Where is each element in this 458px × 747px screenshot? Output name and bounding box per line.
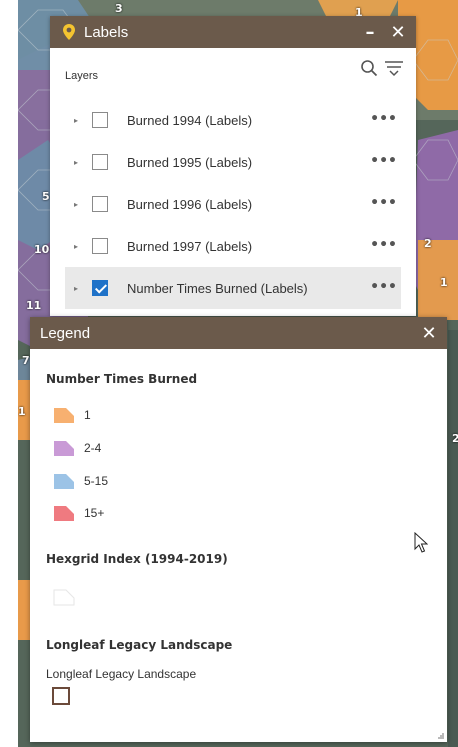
map-label: 2 [424, 237, 432, 250]
layer-row-burned-1994[interactable]: ▸ Burned 1994 (Labels) ••• [65, 99, 401, 141]
swatch-orange-icon [54, 408, 74, 423]
layers-label: Layers [65, 70, 99, 82]
legend-section-title: Hexgrid Index (1994-2019) [46, 552, 228, 566]
more-options-icon[interactable]: ••• [370, 111, 397, 127]
map-label: 5 [42, 190, 50, 203]
map-pin-icon [63, 24, 75, 40]
layer-checkbox[interactable] [92, 112, 108, 128]
legend-item-label: 5-15 [84, 474, 109, 488]
expand-arrow-icon[interactable]: ▸ [74, 200, 82, 209]
legend-item-label: 15+ [84, 506, 105, 520]
labels-panel: Labels – ✕ Layers ▸ Burned 1994 (Labels)… [50, 16, 416, 316]
resize-handle-icon[interactable] [437, 732, 445, 740]
legend-item: 15+ [52, 502, 104, 524]
legend-panel: Legend ✕ Number Times Burned 1 2-4 5-15 [30, 317, 447, 742]
swatch-purple-icon [54, 441, 74, 456]
map-label: 7 [22, 354, 30, 367]
swatch-outline-icon [53, 589, 75, 606]
close-icon[interactable]: ✕ [388, 16, 408, 48]
legend-item-label: 2-4 [84, 441, 102, 455]
layer-checkbox[interactable] [92, 154, 108, 170]
layer-row-burned-1997[interactable]: ▸ Burned 1997 (Labels) ••• [65, 225, 401, 267]
legend-item [52, 586, 76, 608]
layer-row-burned-1996[interactable]: ▸ Burned 1996 (Labels) ••• [65, 183, 401, 225]
layer-name: Burned 1996 (Labels) [127, 196, 253, 212]
layer-row-burned-1995[interactable]: ▸ Burned 1995 (Labels) ••• [65, 141, 401, 183]
layer-checkbox[interactable] [92, 196, 108, 212]
expand-arrow-icon[interactable]: ▸ [74, 158, 82, 167]
layer-name: Burned 1995 (Labels) [127, 154, 253, 170]
map-label: 11 [26, 299, 42, 312]
legend-item: 1 [52, 404, 91, 426]
map-label: 1 [18, 405, 26, 418]
more-options-icon[interactable]: ••• [370, 153, 397, 169]
layer-list: ▸ Burned 1994 (Labels) ••• ▸ Burned 1995… [65, 99, 401, 309]
expand-arrow-icon[interactable]: ▸ [74, 284, 82, 293]
swatch-red-icon [54, 506, 74, 521]
swatch-blue-icon [54, 474, 74, 489]
labels-panel-title: Labels [84, 23, 129, 41]
labels-panel-header[interactable]: Labels – ✕ [50, 16, 416, 48]
layer-name: Number Times Burned (Labels) [127, 280, 308, 296]
layer-checkbox-checked[interactable] [92, 280, 108, 296]
layer-checkbox[interactable] [92, 238, 108, 254]
legend-panel-title: Legend [40, 324, 91, 342]
more-options-icon[interactable]: ••• [370, 237, 397, 253]
layer-name: Burned 1994 (Labels) [127, 112, 253, 128]
more-options-icon[interactable]: ••• [370, 279, 397, 295]
more-options-icon[interactable]: ••• [370, 195, 397, 211]
filter-icon[interactable] [384, 59, 404, 77]
layers-toolbar: Layers [50, 48, 416, 88]
legend-sublabel: Longleaf Legacy Landscape [46, 667, 197, 681]
expand-arrow-icon[interactable]: ▸ [74, 242, 82, 251]
legend-item: 5-15 [52, 470, 108, 492]
mouse-cursor-icon [414, 532, 428, 553]
minimize-icon[interactable]: – [360, 16, 380, 48]
legend-section-title: Longleaf Legacy Landscape [46, 638, 233, 652]
boundary-swatch-icon [52, 687, 70, 705]
map-label: 2 [452, 432, 458, 445]
close-icon[interactable]: ✕ [419, 317, 439, 349]
search-icon[interactable] [360, 59, 378, 77]
expand-arrow-icon[interactable]: ▸ [74, 116, 82, 125]
map-label: 1 [440, 276, 448, 289]
legend-body: Number Times Burned 1 2-4 5-15 15+ Hexgr… [46, 349, 437, 742]
legend-panel-header[interactable]: Legend ✕ [30, 317, 447, 349]
layer-name: Burned 1997 (Labels) [127, 238, 253, 254]
map-label: 10 [34, 243, 50, 256]
map-label: 3 [115, 2, 123, 15]
legend-item: 2-4 [52, 437, 101, 459]
layer-row-number-times-burned[interactable]: ▸ Number Times Burned (Labels) ••• [65, 267, 401, 309]
legend-section-title: Number Times Burned [46, 372, 198, 386]
legend-item-label: 1 [84, 408, 91, 422]
